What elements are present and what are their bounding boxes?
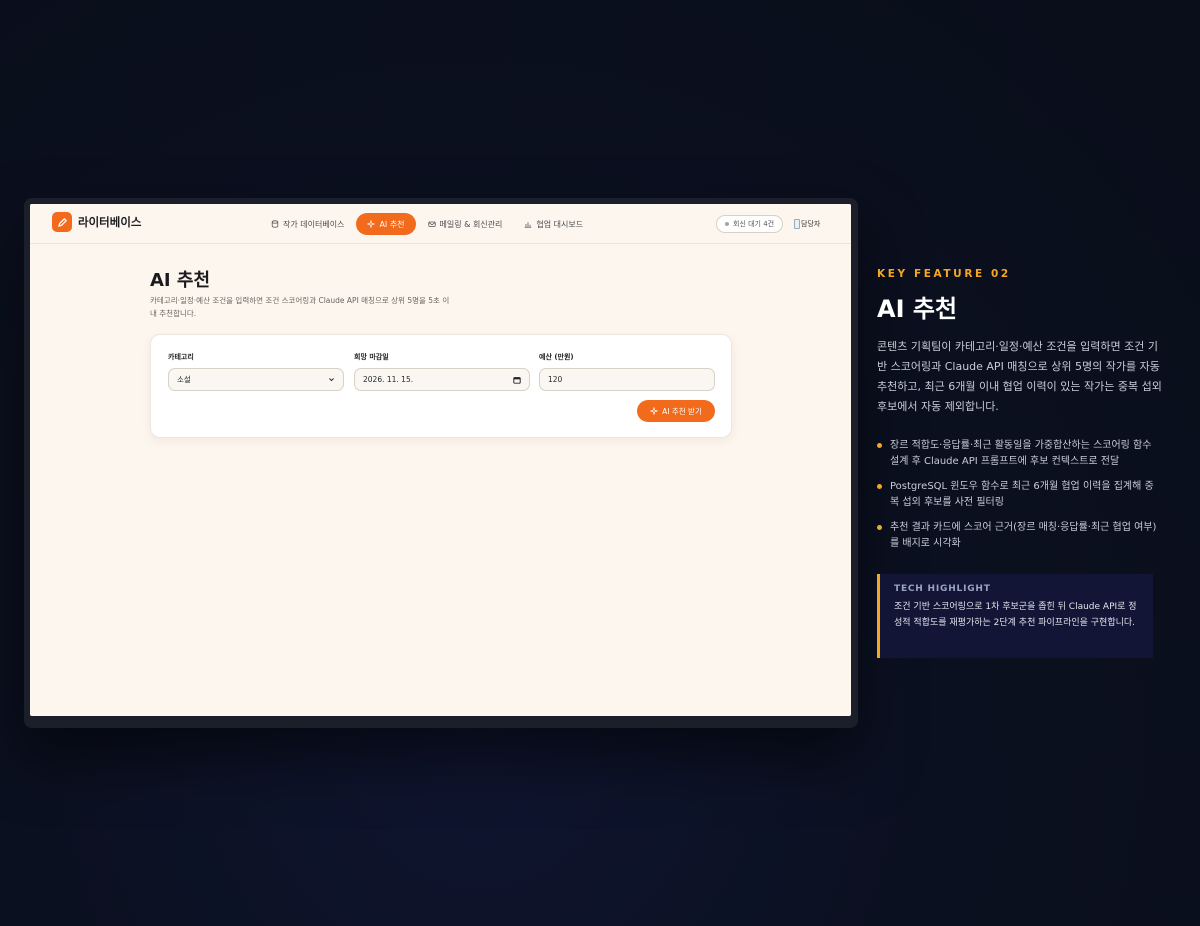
pending-label: 회신 대기 4건 bbox=[733, 220, 775, 228]
feature-title: AI 추천 bbox=[877, 295, 958, 323]
nav-item-dashboard[interactable]: 협업 대시보드 bbox=[513, 213, 594, 235]
main-nav: 작가 데이터베이스 AI 추천 메일링 & 회신관리 협업 대시보드 bbox=[260, 213, 594, 235]
tech-highlight-label: TECH HIGHLIGHT bbox=[894, 584, 991, 594]
category-value: 소설 bbox=[177, 375, 191, 384]
budget-label: 예산 (만원) bbox=[539, 353, 574, 361]
sparkle-icon bbox=[650, 407, 659, 415]
deadline-label: 희망 마감일 bbox=[354, 353, 389, 361]
budget-value: 120 bbox=[548, 375, 563, 384]
tech-highlight-text: 조건 기반 스코어링으로 1차 후보군을 좁힌 뒤 Claude API로 정성… bbox=[894, 602, 1137, 628]
nav-item-mailing[interactable]: 메일링 & 회신관리 bbox=[417, 213, 514, 235]
app-header: 라이터베이스 작가 데이터베이스 AI 추천 메일링 & 회신관리 협업 대시보… bbox=[30, 204, 851, 244]
feature-kicker: KEY FEATURE 02 bbox=[877, 268, 1011, 280]
pen-icon bbox=[52, 212, 72, 232]
list-item: PostgreSQL 윈도우 함수로 최근 6개월 협업 이력을 집계해 중복 … bbox=[877, 479, 1162, 511]
ai-recommend-button[interactable]: AI 추천 받기 bbox=[637, 400, 715, 422]
chevron-down-icon bbox=[329, 378, 334, 382]
page-title: AI 추천 bbox=[150, 270, 211, 291]
nav-label: 협업 대시보드 bbox=[536, 219, 584, 229]
nav-item-writer-database[interactable]: 작가 데이터베이스 bbox=[260, 213, 355, 235]
calendar-icon[interactable] bbox=[513, 376, 521, 384]
feature-bullet-list: 장르 적합도·응답률·최근 활동일을 가중합산하는 스코어링 함수 설계 후 C… bbox=[877, 438, 1162, 561]
user-avatar[interactable]: 담당자 bbox=[794, 216, 820, 232]
budget-input[interactable]: 120 bbox=[539, 368, 715, 391]
nav-label: 메일링 & 회신관리 bbox=[439, 219, 503, 229]
page-description: 카테고리·일정·예산 조건을 입력하면 조건 스코어링과 Claude API … bbox=[150, 296, 450, 318]
list-item: 추천 결과 카드에 스코어 근거(장르 매칭·응답률·최근 협업 여부)를 배지… bbox=[877, 520, 1162, 552]
nav-item-ai-recommend[interactable]: AI 추천 bbox=[356, 213, 416, 235]
deadline-field: 희망 마감일 2026. 11. 15. bbox=[354, 352, 530, 391]
brand[interactable]: 라이터베이스 bbox=[52, 212, 141, 232]
deadline-value: 2026. 11. 15. bbox=[363, 375, 414, 384]
user-name: 담당자 bbox=[801, 220, 821, 228]
category-label: 카테고리 bbox=[168, 353, 194, 361]
app-screen: 라이터베이스 작가 데이터베이스 AI 추천 메일링 & 회신관리 협업 대시보… bbox=[30, 204, 851, 716]
sparkle-icon bbox=[367, 220, 376, 228]
deadline-input[interactable]: 2026. 11. 15. bbox=[354, 368, 530, 391]
status-dot bbox=[725, 222, 729, 226]
tech-highlight-box: TECH HIGHLIGHT 조건 기반 스코어링으로 1차 후보군을 좁힌 뒤… bbox=[877, 574, 1153, 658]
broken-image-icon bbox=[794, 219, 800, 229]
budget-field: 예산 (만원) 120 bbox=[539, 352, 715, 391]
category-field: 카테고리 소설 bbox=[168, 352, 344, 391]
list-item: 장르 적합도·응답률·최근 활동일을 가중합산하는 스코어링 함수 설계 후 C… bbox=[877, 438, 1162, 470]
brand-name: 라이터베이스 bbox=[78, 215, 142, 229]
device-frame: 라이터베이스 작가 데이터베이스 AI 추천 메일링 & 회신관리 협업 대시보… bbox=[24, 198, 858, 728]
chart-icon bbox=[525, 222, 532, 228]
submit-label: AI 추천 받기 bbox=[662, 406, 702, 416]
pending-replies-badge[interactable]: 회신 대기 4건 bbox=[716, 215, 784, 233]
feature-description: 콘텐츠 기획팀이 카테고리·일정·예산 조건을 입력하면 조건 기반 스코어링과… bbox=[877, 340, 1162, 413]
mail-icon bbox=[427, 221, 436, 227]
nav-label: 작가 데이터베이스 bbox=[283, 219, 345, 229]
database-icon bbox=[271, 220, 279, 228]
nav-label: AI 추천 bbox=[379, 219, 405, 229]
recommend-form-card: 카테고리 소설 희망 마감일 2026. 11. 15. 예산 (만원) 120 bbox=[150, 334, 732, 438]
category-select[interactable]: 소설 bbox=[168, 368, 344, 391]
